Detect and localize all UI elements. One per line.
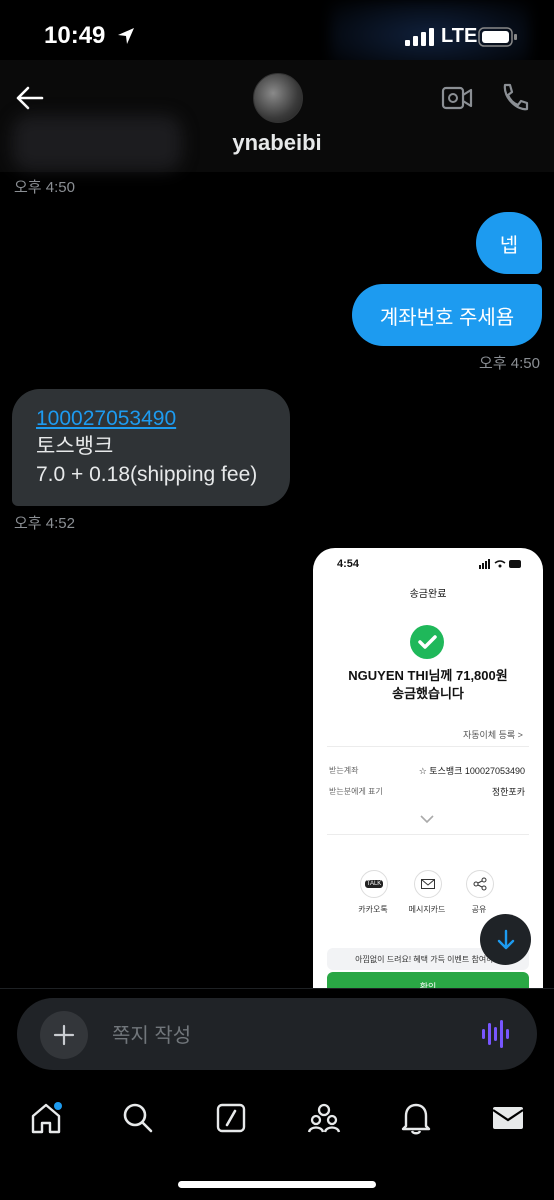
recipient-memo-label: 받는분에게 표기	[329, 787, 383, 796]
voice-message-icon[interactable]	[481, 1018, 511, 1050]
video-call-icon[interactable]	[441, 84, 473, 112]
nav-notifications[interactable]	[396, 1098, 436, 1138]
signal-icon	[405, 28, 434, 46]
attachment-title: 송금완료	[409, 589, 447, 600]
divider	[327, 746, 529, 747]
share-label: 공유	[471, 905, 487, 914]
avatar[interactable]	[253, 73, 303, 123]
recipient-memo-value: 정한포카	[491, 787, 525, 797]
transfer-summary-line2: 송금했습니다	[392, 686, 464, 701]
blurred-previous-message	[12, 115, 182, 171]
receiving-account-value: ☆ 토스뱅크 100027053490	[418, 766, 525, 776]
account-number-link[interactable]: 100027053490	[36, 407, 176, 430]
grok-icon	[216, 1103, 246, 1133]
back-arrow-icon[interactable]	[14, 84, 46, 112]
envelope-filled-icon	[492, 1107, 524, 1129]
home-indicator	[178, 1181, 376, 1188]
attachment-status-icons	[479, 559, 521, 569]
message-text: 7.0 + 0.18(shipping fee)	[36, 463, 258, 486]
message-timestamp: 오후 4:50	[14, 179, 75, 196]
phone-call-icon[interactable]	[498, 82, 530, 114]
status-time: 10:49	[44, 22, 106, 49]
add-media-button[interactable]	[40, 1011, 88, 1059]
sent-message[interactable]: 계좌번호 주세욤	[352, 284, 542, 346]
attachment-status-time: 4:54	[337, 558, 360, 570]
communities-icon	[307, 1103, 341, 1133]
message-text: 계좌번호 주세욤	[379, 306, 515, 329]
receiving-account-label: 받는계좌	[329, 766, 359, 775]
message-input[interactable]	[110, 1018, 454, 1054]
check-circle-icon	[410, 625, 444, 659]
share-label: 메시지카드	[408, 905, 446, 914]
plus-icon	[53, 1024, 75, 1046]
battery-icon	[478, 27, 517, 47]
share-generic: 공유	[449, 870, 509, 915]
share-message-card: 메시지카드	[397, 870, 457, 915]
share-kakaotalk: TALK 카카오톡	[343, 870, 403, 915]
search-icon	[123, 1103, 153, 1133]
auto-transfer-link: 자동이체 등록 >	[463, 730, 523, 740]
scroll-to-bottom-button[interactable]	[480, 914, 531, 965]
divider	[327, 834, 529, 835]
message-text: 토스뱅크	[36, 435, 114, 458]
home-icon	[31, 1102, 62, 1134]
bell-icon	[401, 1103, 431, 1135]
nav-communities[interactable]	[304, 1098, 344, 1138]
confirm-button-preview: 확인	[327, 972, 529, 988]
nav-messages[interactable]	[488, 1098, 528, 1138]
share-label: 카카오톡	[358, 905, 388, 914]
sent-message[interactable]: 넵	[476, 212, 542, 274]
location-arrow-icon	[118, 28, 134, 44]
network-type: LTE	[441, 25, 478, 47]
transfer-summary: NGUYEN THI님께 71,800원 송금했습니다	[313, 667, 543, 703]
share-icon	[466, 870, 494, 898]
arrow-down-icon	[497, 929, 514, 949]
nav-grok[interactable]	[211, 1098, 251, 1138]
kakaotalk-icon: TALK	[360, 870, 388, 898]
envelope-icon	[414, 870, 442, 898]
message-text: 넵	[499, 234, 519, 257]
message-timestamp: 오후 4:52	[14, 515, 75, 532]
chevron-down-icon	[420, 815, 434, 824]
nav-explore[interactable]	[118, 1098, 158, 1138]
received-message[interactable]: 100027053490 토스뱅크 7.0 + 0.18(shipping fe…	[12, 389, 290, 506]
transfer-summary-line1: NGUYEN THI님께 71,800원	[348, 668, 508, 683]
message-timestamp: 오후 4:50	[479, 355, 540, 372]
nav-home[interactable]	[26, 1098, 66, 1138]
